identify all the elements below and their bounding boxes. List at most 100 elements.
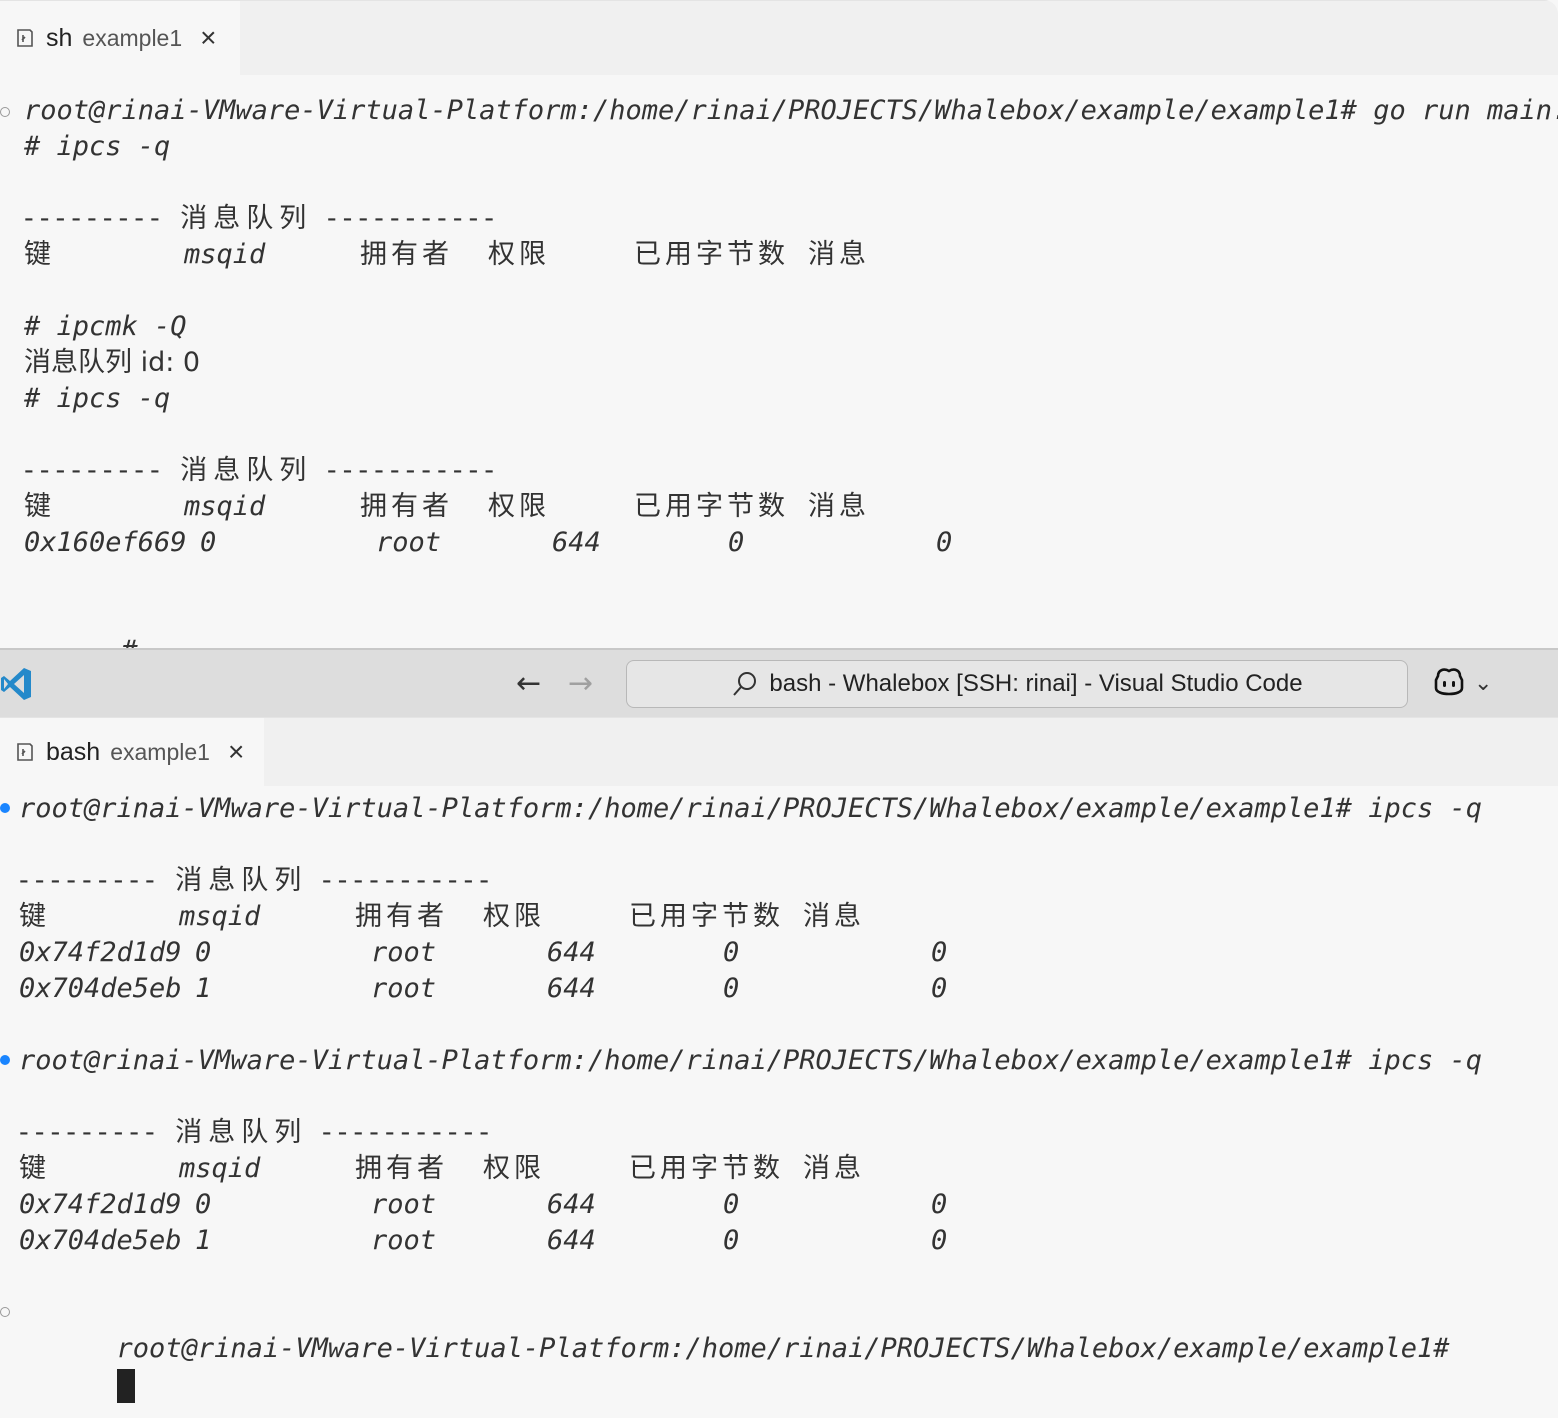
queue-separator: --------- 消息队列 -----------: [24, 203, 501, 234]
header-owner: 拥有者: [355, 1153, 448, 1184]
table-row: 0x704de5eb 1 root 644 0 0: [0, 971, 1000, 1007]
command-line: # ipcmk -Q: [24, 311, 187, 342]
cell-owner: root: [376, 527, 442, 558]
arrow-right-icon[interactable]: →: [568, 666, 593, 701]
command-line: # ipcs -q: [24, 131, 171, 162]
terminal-icon: [12, 740, 36, 764]
header-used-bytes: 已用字节数: [629, 1153, 784, 1184]
input-line: #: [24, 597, 140, 648]
cell-perms: 644: [547, 1189, 596, 1220]
command-line: # ipcs -q: [24, 383, 171, 414]
header-messages: 消息: [808, 491, 870, 522]
table-header: 键 msqid 拥有者 权限 已用字节数 消息: [0, 899, 1000, 935]
header-messages: 消息: [803, 1153, 865, 1184]
header-messages: 消息: [808, 239, 870, 270]
table-header: 键 msqid 拥有者 权限 已用字节数 消息: [0, 1151, 1000, 1187]
header-messages: 消息: [803, 901, 865, 932]
close-icon[interactable]: ×: [228, 736, 244, 768]
terminal-tab-sh[interactable]: sh example1 ×: [0, 1, 240, 75]
arrow-left-icon[interactable]: ←: [516, 666, 541, 701]
cell-messages: 0: [931, 1189, 948, 1220]
table-row: 0x160ef669 0 root 644 0 0: [0, 525, 1000, 561]
close-icon[interactable]: ×: [200, 22, 216, 54]
cell-perms: 644: [547, 1225, 596, 1256]
shell-prompt: #: [122, 635, 138, 648]
queue-separator: --------- 消息队列 -----------: [24, 455, 501, 486]
cell-msqid: 0: [200, 527, 217, 558]
header-used-bytes: 已用字节数: [634, 239, 789, 270]
table-row: 0x704de5eb 1 root 644 0 0: [0, 1223, 1000, 1259]
header-key: 键: [24, 491, 51, 522]
copilot-icon: [1432, 666, 1466, 700]
cell-msqid: 1: [195, 1225, 212, 1256]
command-status-dot: [0, 803, 10, 813]
command-status-dot: [0, 1055, 10, 1065]
prompt-line: root@rinai-VMware-Virtual-Platform:/home…: [19, 793, 1482, 824]
header-key: 键: [19, 901, 46, 932]
header-used-bytes: 已用字节数: [634, 491, 789, 522]
cell-messages: 0: [931, 973, 948, 1004]
terminal-icon: [12, 26, 36, 50]
table-row: 0x74f2d1d9 0 root 644 0 0: [0, 935, 1000, 971]
terminal-tab-bash[interactable]: bash example1 ×: [0, 718, 264, 786]
header-perms: 权限: [483, 1153, 545, 1184]
vscode-logo-icon: [0, 666, 34, 702]
cell-used-bytes: 0: [728, 527, 745, 558]
cell-perms: 644: [547, 973, 596, 1004]
header-perms: 权限: [488, 491, 550, 522]
cell-used-bytes: 0: [723, 1225, 740, 1256]
cell-msqid: 1: [195, 973, 212, 1004]
terminal-tab-bar: sh example1 ×: [0, 0, 1558, 75]
cell-perms: 644: [552, 527, 601, 558]
cell-key: 0x704de5eb: [19, 1225, 182, 1256]
vscode-window: ← → bash - Whalebox [SSH: rinai] - Visua…: [0, 648, 1558, 1418]
cell-messages: 0: [931, 937, 948, 968]
terminal-cursor: [116, 1368, 135, 1403]
top-terminal-panel: sh example1 × root@rinai-VMware-Virtual-…: [0, 0, 1558, 648]
cell-owner: root: [371, 937, 437, 968]
prompt-line: root@rinai-VMware-Virtual-Platform:/home…: [19, 1045, 1482, 1076]
copilot-button[interactable]: ⌄: [1432, 666, 1492, 700]
prompt-line: root@rinai-VMware-Virtual-Platform:/home…: [24, 95, 1558, 126]
header-msqid: msqid: [184, 491, 266, 522]
terminal-tab-bar: bash example1 ×: [0, 717, 1558, 786]
header-msqid: msqid: [184, 239, 266, 270]
command-status-dot: [0, 107, 10, 117]
cell-used-bytes: 0: [723, 937, 740, 968]
cell-used-bytes: 0: [723, 973, 740, 1004]
command-center[interactable]: bash - Whalebox [SSH: rinai] - Visual St…: [626, 660, 1408, 708]
cell-owner: root: [371, 1225, 437, 1256]
title-bar: ← → bash - Whalebox [SSH: rinai] - Visua…: [0, 648, 1558, 719]
output-line: 消息队列 id: 0: [24, 347, 201, 378]
queue-separator: --------- 消息队列 -----------: [19, 1117, 496, 1148]
cell-messages: 0: [931, 1225, 948, 1256]
cell-perms: 644: [547, 937, 596, 968]
header-owner: 拥有者: [360, 239, 453, 270]
cell-key: 0x74f2d1d9: [19, 1189, 182, 1220]
header-key: 键: [19, 1153, 46, 1184]
cell-msqid: 0: [195, 937, 212, 968]
queue-separator: --------- 消息队列 -----------: [19, 865, 496, 896]
search-icon: [731, 670, 759, 698]
cell-key: 0x74f2d1d9: [19, 937, 182, 968]
cell-used-bytes: 0: [723, 1189, 740, 1220]
cell-owner: root: [371, 973, 437, 1004]
header-msqid: msqid: [179, 1153, 261, 1184]
table-header: 键 msqid 拥有者 权限 已用字节数 消息: [0, 237, 1000, 273]
cell-key: 0x160ef669: [24, 527, 187, 558]
cell-key: 0x704de5eb: [19, 973, 182, 1004]
chevron-down-icon[interactable]: ⌄: [1474, 671, 1492, 696]
cell-messages: 0: [936, 527, 953, 558]
table-row: 0x74f2d1d9 0 root 644 0 0: [0, 1187, 1000, 1223]
header-key: 键: [24, 239, 51, 270]
cell-owner: root: [371, 1189, 437, 1220]
header-perms: 权限: [488, 239, 550, 270]
input-line: root@rinai-VMware-Virtual-Platform:/home…: [19, 1295, 1450, 1403]
header-msqid: msqid: [179, 901, 261, 932]
tab-shell-name: sh: [46, 23, 73, 52]
tab-shell-name: bash: [46, 737, 101, 766]
header-perms: 权限: [483, 901, 545, 932]
command-status-dot: [0, 1307, 10, 1317]
table-header: 键 msqid 拥有者 权限 已用字节数 消息: [0, 489, 1000, 525]
command-center-title: bash - Whalebox [SSH: rinai] - Visual St…: [769, 670, 1303, 697]
